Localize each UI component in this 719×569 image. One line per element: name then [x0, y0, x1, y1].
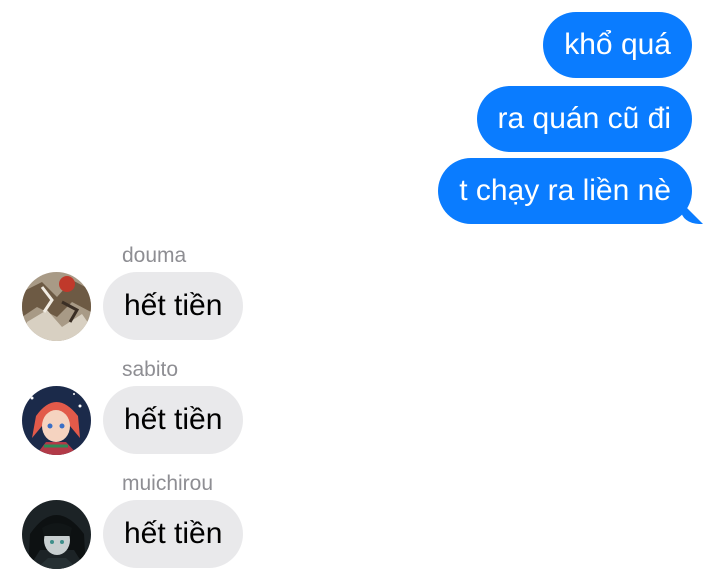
incoming-message[interactable]: hết tiền — [103, 272, 244, 340]
muichirou-avatar-icon[interactable] — [22, 500, 91, 569]
outgoing-message[interactable]: t chạy ra liền nè — [438, 158, 692, 224]
sender-name: muichirou — [122, 472, 214, 495]
sabito-avatar-icon[interactable] — [22, 386, 91, 455]
douma-avatar-icon[interactable] — [22, 272, 91, 341]
outgoing-message[interactable]: khổ quá — [543, 12, 692, 78]
incoming-message[interactable]: hết tiền — [103, 386, 244, 454]
sender-name: sabito — [122, 358, 179, 381]
sender-name: douma — [122, 244, 187, 267]
outgoing-message[interactable]: ra quán cũ đi — [476, 86, 692, 152]
incoming-message[interactable]: hết tiền — [103, 500, 244, 568]
